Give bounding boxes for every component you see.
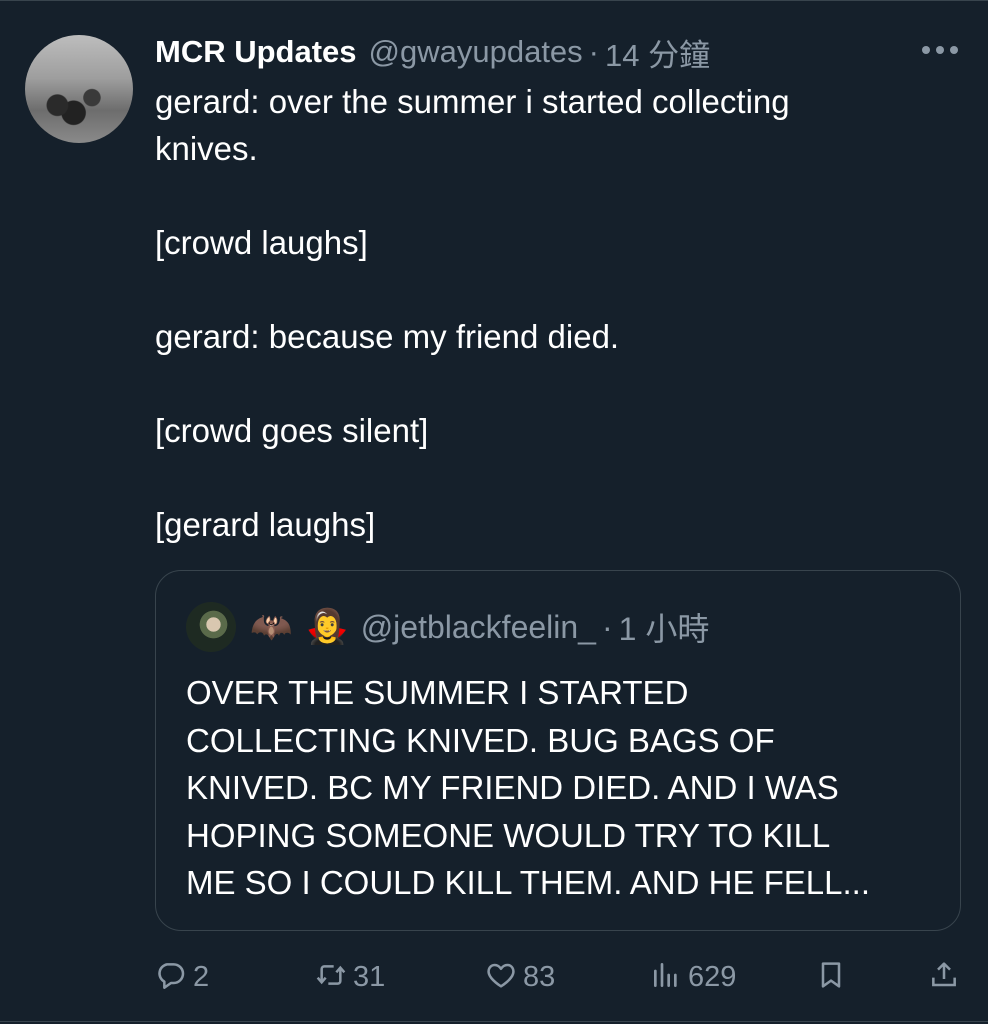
views-count: 629 — [688, 961, 737, 993]
reply-icon — [155, 959, 187, 996]
quoted-tweet-text: OVER THE SUMMER I STARTED COLLECTING KNI… — [186, 674, 871, 901]
bat-emoji: 🦇 — [250, 608, 293, 646]
retweet-icon — [315, 959, 347, 996]
author-avatar[interactable] — [25, 35, 133, 143]
more-horizontal-icon — [920, 43, 960, 61]
views-button[interactable]: 629 — [650, 950, 736, 1005]
quoted-author-handle: @jetblackfeelin_ — [360, 608, 596, 645]
header-separator: · — [588, 34, 599, 69]
reply-button[interactable]: 2 — [155, 950, 209, 1005]
author-display-name[interactable]: MCR Updates — [155, 34, 357, 70]
vampire-emoji: 🧛‍♀️ — [306, 608, 349, 646]
top-divider — [0, 0, 988, 1]
author-handle[interactable]: @gwayupdates — [369, 34, 583, 70]
reply-count: 2 — [193, 961, 210, 993]
like-button[interactable]: 83 — [485, 950, 555, 1005]
bookmark-button[interactable] — [815, 950, 847, 1005]
share-icon — [928, 959, 960, 996]
tweet-action-bar: 2 31 83 629 — [155, 950, 975, 1005]
quoted-header-separator: · — [601, 608, 613, 645]
bookmark-icon — [815, 959, 847, 996]
quoted-tweet-card[interactable]: 🦇 🧛‍♀️ @jetblackfeelin_ · 1 小時 OVER THE … — [155, 570, 961, 931]
quoted-author-avatar — [186, 602, 236, 652]
more-button[interactable] — [914, 34, 966, 70]
share-button[interactable] — [928, 950, 960, 1005]
bottom-divider — [0, 1021, 988, 1022]
retweet-count: 31 — [353, 961, 386, 993]
like-count: 83 — [523, 961, 556, 993]
tweet-timestamp[interactable]: 14 分鐘 — [605, 30, 710, 75]
views-icon — [650, 959, 682, 996]
tweet-header: MCR Updates @gwayupdates · 14 分鐘 — [155, 30, 710, 74]
quoted-tweet-header: 🦇 🧛‍♀️ @jetblackfeelin_ · 1 小時 — [186, 601, 709, 653]
quoted-tweet-timestamp: 1 小時 — [618, 611, 710, 647]
retweet-button[interactable]: 31 — [315, 950, 385, 1005]
tweet-text: gerard: over the summer i started collec… — [155, 83, 790, 543]
heart-icon — [485, 959, 517, 996]
